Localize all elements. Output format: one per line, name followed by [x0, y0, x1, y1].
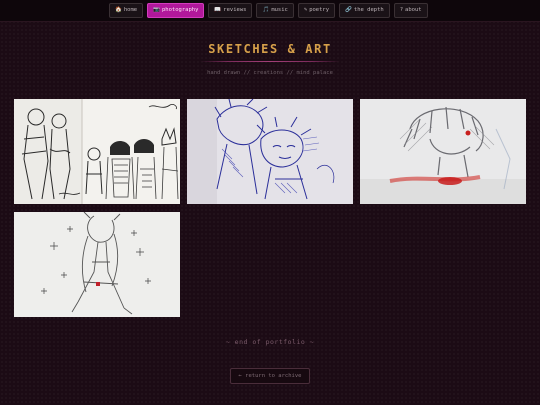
return-to-archive-button[interactable]: ← return to archive — [230, 368, 310, 384]
home-icon: 🏠 — [115, 7, 122, 13]
nav-item-the-depth[interactable]: 🔗 the depth — [339, 3, 390, 18]
nav-item-about[interactable]: ? about — [393, 3, 428, 18]
sketch-3-image — [360, 99, 526, 204]
gallery-photo-2[interactable] — [187, 99, 353, 204]
page-title: SKETCHES & ART — [208, 42, 332, 56]
link-icon: 🔗 — [345, 7, 352, 13]
nav-label: music — [271, 7, 288, 13]
sketch-2-image — [187, 99, 353, 204]
camera-icon: 📷 — [153, 7, 160, 13]
nav-menu: 🏠 home 📷 photography 📖 reviews 🎵 music ✎… — [109, 3, 428, 18]
gallery-photo-1[interactable] — [14, 99, 180, 204]
sketch-1-image — [14, 99, 180, 204]
nav-item-reviews[interactable]: 📖 reviews — [208, 3, 253, 18]
nav-label: the depth — [353, 7, 384, 13]
nav-label: photography — [161, 7, 199, 13]
end-of-portfolio-text: ~ end of portfolio ~ — [225, 338, 315, 346]
nav-item-photography[interactable]: 📷 photography — [147, 3, 205, 18]
nav-item-music[interactable]: 🎵 music — [256, 3, 294, 18]
gallery-photo-4[interactable] — [14, 212, 180, 317]
nav-label: about — [405, 7, 422, 13]
music-note-icon: 🎵 — [262, 7, 270, 13]
book-icon: 📖 — [214, 7, 222, 13]
quill-icon: ✎ — [303, 7, 308, 13]
nav-label: poetry — [309, 7, 330, 13]
sketch-4-image — [14, 212, 180, 317]
nav-label: home — [123, 7, 138, 13]
nav-item-poetry[interactable]: ✎ poetry — [297, 3, 336, 18]
gallery-photo-3[interactable] — [360, 99, 526, 204]
nav-item-home[interactable]: 🏠 home — [109, 3, 144, 18]
nav-label: reviews — [223, 7, 247, 13]
title-divider — [200, 61, 340, 62]
top-navigation-bar: 🏠 home 📷 photography 📖 reviews 🎵 music ✎… — [0, 0, 540, 22]
page-subtitle: hand drawn // creations // mind palace — [207, 70, 333, 76]
question-icon: ? — [399, 7, 404, 13]
